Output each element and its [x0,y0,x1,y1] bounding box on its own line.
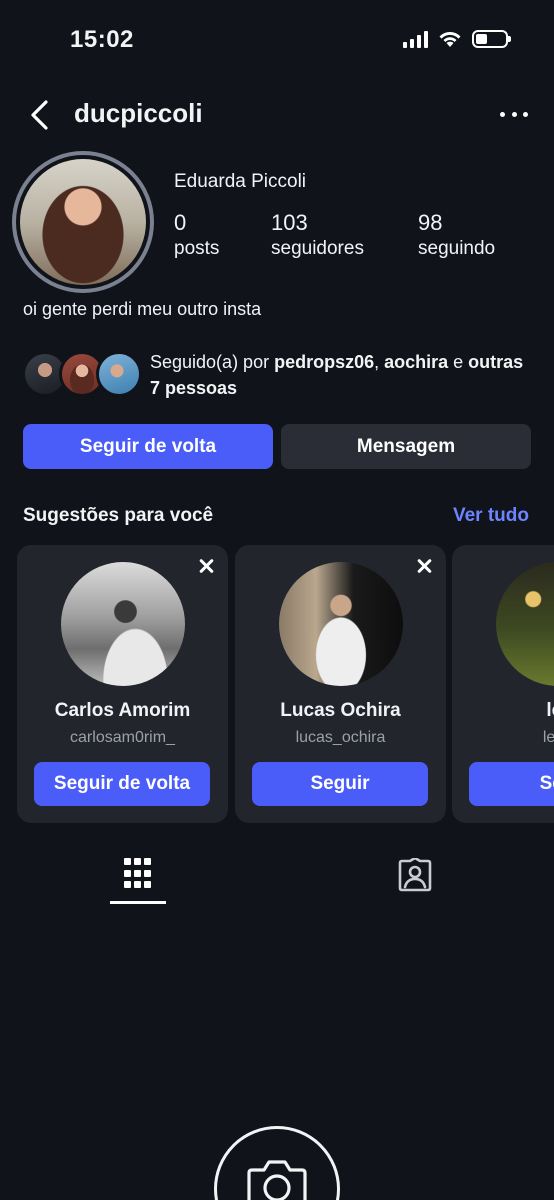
stat-value: 98 [418,210,443,235]
followed-by-prefix: Seguido(a) por [150,352,275,372]
profile-avatar[interactable] [12,151,154,293]
suggestion-handle: legc [542,729,554,746]
status-icons [403,30,511,48]
suggestion-name: Carlos Amorim [54,700,191,721]
see-all-link[interactable]: Ver tudo [453,505,529,527]
suggestion-name: Lucas Ochira [280,700,401,721]
wifi-icon [439,32,461,47]
stat-posts[interactable]: 0 posts [174,210,219,260]
stat-value: 103 [271,210,308,235]
followed-by-text[interactable]: Seguido(a) por pedropsz06, aochira e out… [150,349,530,401]
suggestion-handle: carlosam0rim_ [70,729,175,746]
suggestion-follow-button[interactable]: Seg [469,762,554,806]
suggestion-card[interactable]: let legc Seg [452,545,554,823]
stat-label: posts [174,238,220,259]
followed-by-connector: e [448,352,469,372]
suggestions-title: Sugestões para você [23,505,214,526]
followed-by-separator: , [374,352,385,372]
battery-icon [472,30,511,48]
full-name: Eduarda Piccoli [174,171,307,192]
active-tab-indicator [110,901,166,904]
follow-back-button[interactable]: Seguir de volta [23,424,273,469]
stat-followers[interactable]: 103 seguidores [271,210,364,260]
mutual-user-2: aochira [384,352,449,372]
suggestion-avatar[interactable] [61,562,185,686]
profile-bio: oi gente perdi meu outro insta [23,299,262,319]
grid-icon[interactable] [124,858,152,890]
suggestion-avatar[interactable] [279,562,403,686]
stat-value: 0 [174,210,187,235]
stat-label: seguidores [271,238,364,259]
chevron-left-icon[interactable] [26,98,56,132]
camera-icon [247,1160,307,1200]
suggestion-card[interactable]: Carlos Amorim carlosam0rim_ Seguir de vo… [17,545,228,823]
profile-header: ducpiccoli [0,94,554,136]
mutual-user-1: pedropsz06 [274,352,375,372]
signal-icon [403,30,428,48]
suggestion-handle: lucas_ochira [295,729,386,746]
avatar-photo [20,159,146,285]
suggestion-follow-button[interactable]: Seguir [252,762,428,806]
more-horizontal-icon[interactable] [500,104,528,124]
close-icon[interactable] [198,558,214,574]
suggestion-name: let [546,700,554,721]
message-button[interactable]: Mensagem [281,424,531,469]
profile-username: ducpiccoli [74,98,203,128]
profile-page: 15:02 ducpiccoli Eduarda Piccoli 0 posts… [0,0,554,1200]
mutual-avatar [96,351,142,397]
status-time: 15:02 [70,26,134,53]
mutual-avatars[interactable] [22,351,142,397]
tagged-person-icon[interactable] [398,858,432,892]
suggestion-card[interactable]: Lucas Ochira lucas_ochira Seguir [235,545,446,823]
suggestion-avatar[interactable] [496,562,554,686]
stat-label: seguindo [418,238,496,259]
suggestion-follow-back-button[interactable]: Seguir de volta [34,762,210,806]
stat-following[interactable]: 98 seguindo [418,210,495,260]
close-icon[interactable] [416,558,432,574]
